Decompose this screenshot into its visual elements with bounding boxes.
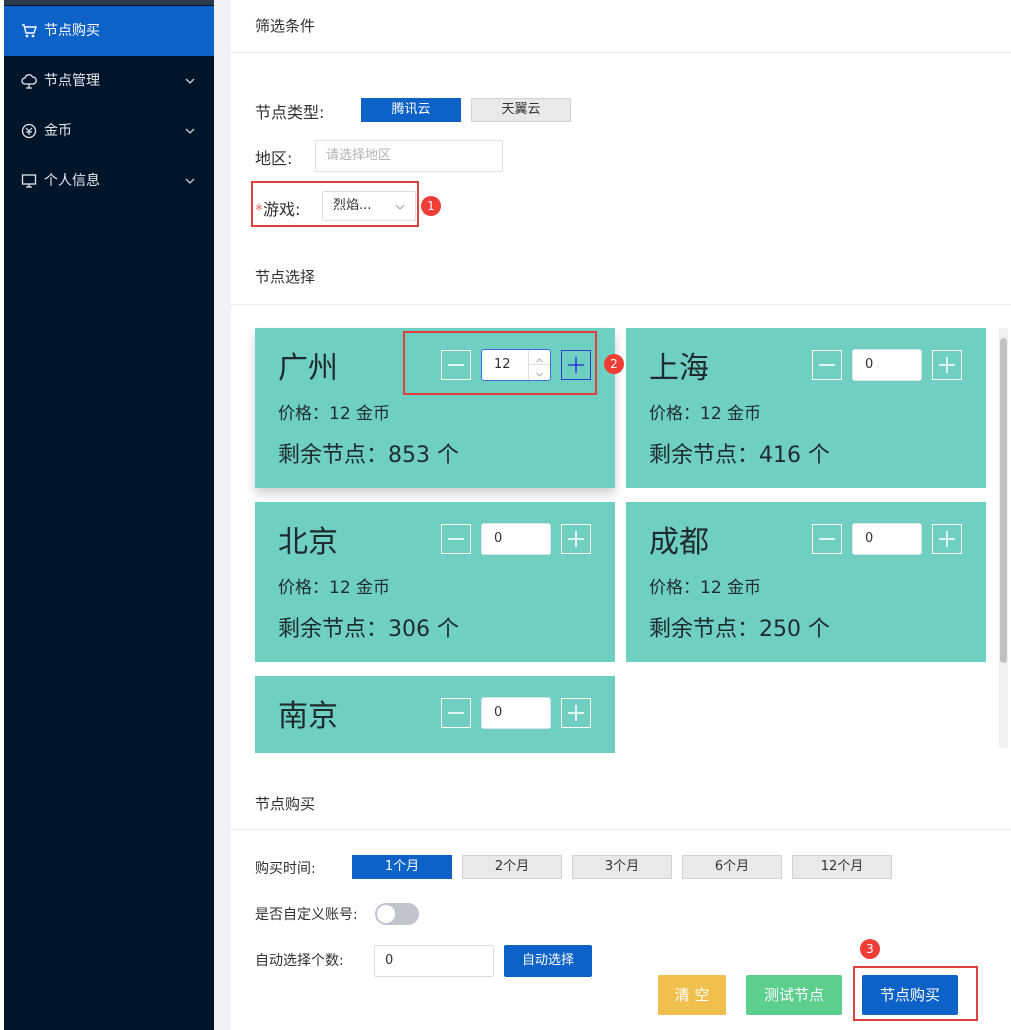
- sidebar-item-node-management[interactable]: 节点管理: [4, 56, 214, 106]
- node-card-grid: 广州 价格：12 金币 剩余节点：853 个 12 上海 价格：12 金币 剩余…: [231, 305, 1011, 753]
- decrement-button[interactable]: [812, 524, 842, 554]
- sidebar-top-line: [4, 0, 214, 5]
- content-gap: [214, 0, 231, 1030]
- step-badge-2: 2: [604, 354, 624, 374]
- node-card-price: 价格：12 金币: [649, 578, 762, 598]
- minus-icon: [448, 538, 464, 540]
- minus-icon: [819, 364, 835, 366]
- node-card-remaining: 剩余节点：853 个: [278, 443, 459, 468]
- quantity-stepper[interactable]: 0: [852, 523, 922, 555]
- chevron-down-icon: [185, 128, 195, 134]
- highlight-box-buy: [853, 966, 978, 1021]
- duration-12-month-button[interactable]: 12个月: [792, 855, 892, 879]
- node-card-city: 上海: [649, 351, 709, 386]
- quantity-stepper[interactable]: 0: [852, 349, 922, 381]
- main-panel: 筛选条件 节点类型: 腾讯云 天翼云 地区: 请选择地区 *游戏: 烈焰... …: [231, 0, 1011, 1030]
- clear-button[interactable]: 清 空: [658, 975, 726, 1015]
- node-type-tencent-button[interactable]: 腾讯云: [361, 98, 461, 122]
- divider: [231, 829, 1011, 830]
- scrollbar-thumb[interactable]: [1000, 338, 1007, 663]
- decrement-button[interactable]: [812, 350, 842, 380]
- chevron-down-icon: [185, 78, 195, 84]
- game-label-wrap: *游戏:: [255, 196, 300, 220]
- quantity-value: 0: [494, 705, 503, 720]
- custom-account-label: 是否自定义账号:: [255, 907, 358, 923]
- plus-icon: [568, 531, 584, 547]
- quantity-stepper[interactable]: 0: [481, 523, 551, 555]
- sidebar-item-node-purchase[interactable]: 节点购买: [4, 6, 214, 56]
- node-card-city: 成都: [649, 525, 709, 560]
- sidebar-item-profile[interactable]: 个人信息: [4, 156, 214, 206]
- duration-3-month-button[interactable]: 3个月: [572, 855, 672, 879]
- toggle-knob: [377, 905, 395, 923]
- chevron-down-icon: [185, 178, 195, 184]
- duration-1-month-button[interactable]: 1个月: [352, 855, 452, 879]
- game-select-value: 烈焰...: [333, 198, 372, 213]
- sidebar-item-label: 金币: [44, 123, 72, 139]
- quantity-value: 0: [494, 531, 503, 546]
- node-type-label: 节点类型:: [255, 103, 325, 122]
- minus-icon: [819, 538, 835, 540]
- node-card-chengdu: 成都 价格：12 金币 剩余节点：250 个 0: [626, 502, 986, 662]
- test-nodes-button[interactable]: 测试节点: [746, 975, 842, 1015]
- node-card-nanjing: 南京 0: [255, 676, 615, 753]
- game-label: 游戏:: [263, 200, 301, 219]
- plus-icon: [939, 531, 955, 547]
- step-badge-3: 3: [860, 939, 880, 959]
- sidebar-item-coins[interactable]: 金币: [4, 106, 214, 156]
- minus-icon: [448, 712, 464, 714]
- node-card-shanghai: 上海 价格：12 金币 剩余节点：416 个 0: [626, 328, 986, 488]
- node-select-section-title: 节点选择: [255, 268, 316, 286]
- cloud-node-icon: [21, 74, 37, 89]
- auto-count-label: 自动选择个数:: [255, 953, 344, 969]
- node-card-remaining: 剩余节点：250 个: [649, 617, 830, 642]
- highlight-box-stepper: [403, 331, 597, 395]
- coin-icon: [21, 123, 37, 139]
- custom-account-toggle[interactable]: [375, 903, 419, 925]
- sidebar-item-label: 个人信息: [44, 173, 100, 189]
- node-card-city: 北京: [278, 525, 338, 560]
- monitor-icon: [21, 174, 37, 188]
- duration-2-month-button[interactable]: 2个月: [462, 855, 562, 879]
- decrement-button[interactable]: [441, 698, 471, 728]
- plus-icon: [568, 705, 584, 721]
- region-select[interactable]: 请选择地区: [315, 140, 503, 172]
- node-type-tianyi-button[interactable]: 天翼云: [471, 98, 571, 122]
- auto-count-input[interactable]: 0: [374, 945, 494, 977]
- cart-icon: [22, 24, 37, 38]
- sidebar: 节点购买 节点管理 金币 个人信息: [4, 0, 214, 1030]
- node-card-remaining: 剩余节点：416 个: [649, 443, 830, 468]
- node-card-city: 广州: [278, 351, 338, 386]
- required-mark: *: [255, 200, 263, 219]
- step-badge-1: 1: [421, 196, 441, 216]
- node-card-city: 南京: [278, 699, 338, 734]
- quantity-value: 0: [865, 357, 874, 372]
- duration-6-month-button[interactable]: 6个月: [682, 855, 782, 879]
- increment-button[interactable]: [932, 350, 962, 380]
- quantity-stepper[interactable]: 0: [481, 697, 551, 729]
- auto-select-button[interactable]: 自动选择: [504, 945, 592, 977]
- game-select[interactable]: 烈焰...: [322, 191, 416, 221]
- duration-label: 购买时间:: [255, 861, 316, 877]
- purchase-section-title: 节点购买: [255, 795, 316, 813]
- node-card-beijing: 北京 价格：12 金币 剩余节点：306 个 0: [255, 502, 615, 662]
- divider: [231, 52, 1011, 53]
- increment-button[interactable]: [932, 524, 962, 554]
- filter-section-title: 筛选条件: [255, 17, 316, 35]
- sidebar-item-label: 节点购买: [44, 23, 100, 39]
- plus-icon: [939, 357, 955, 373]
- increment-button[interactable]: [561, 524, 591, 554]
- increment-button[interactable]: [561, 698, 591, 728]
- sidebar-item-label: 节点管理: [44, 73, 100, 89]
- quantity-value: 0: [865, 531, 874, 546]
- region-label: 地区:: [255, 149, 293, 168]
- chevron-down-icon: [395, 204, 405, 210]
- node-card-price: 价格：12 金币: [278, 578, 391, 598]
- node-card-price: 价格：12 金币: [649, 404, 762, 424]
- decrement-button[interactable]: [441, 524, 471, 554]
- node-card-price: 价格：12 金币: [278, 404, 391, 424]
- node-card-remaining: 剩余节点：306 个: [278, 617, 459, 642]
